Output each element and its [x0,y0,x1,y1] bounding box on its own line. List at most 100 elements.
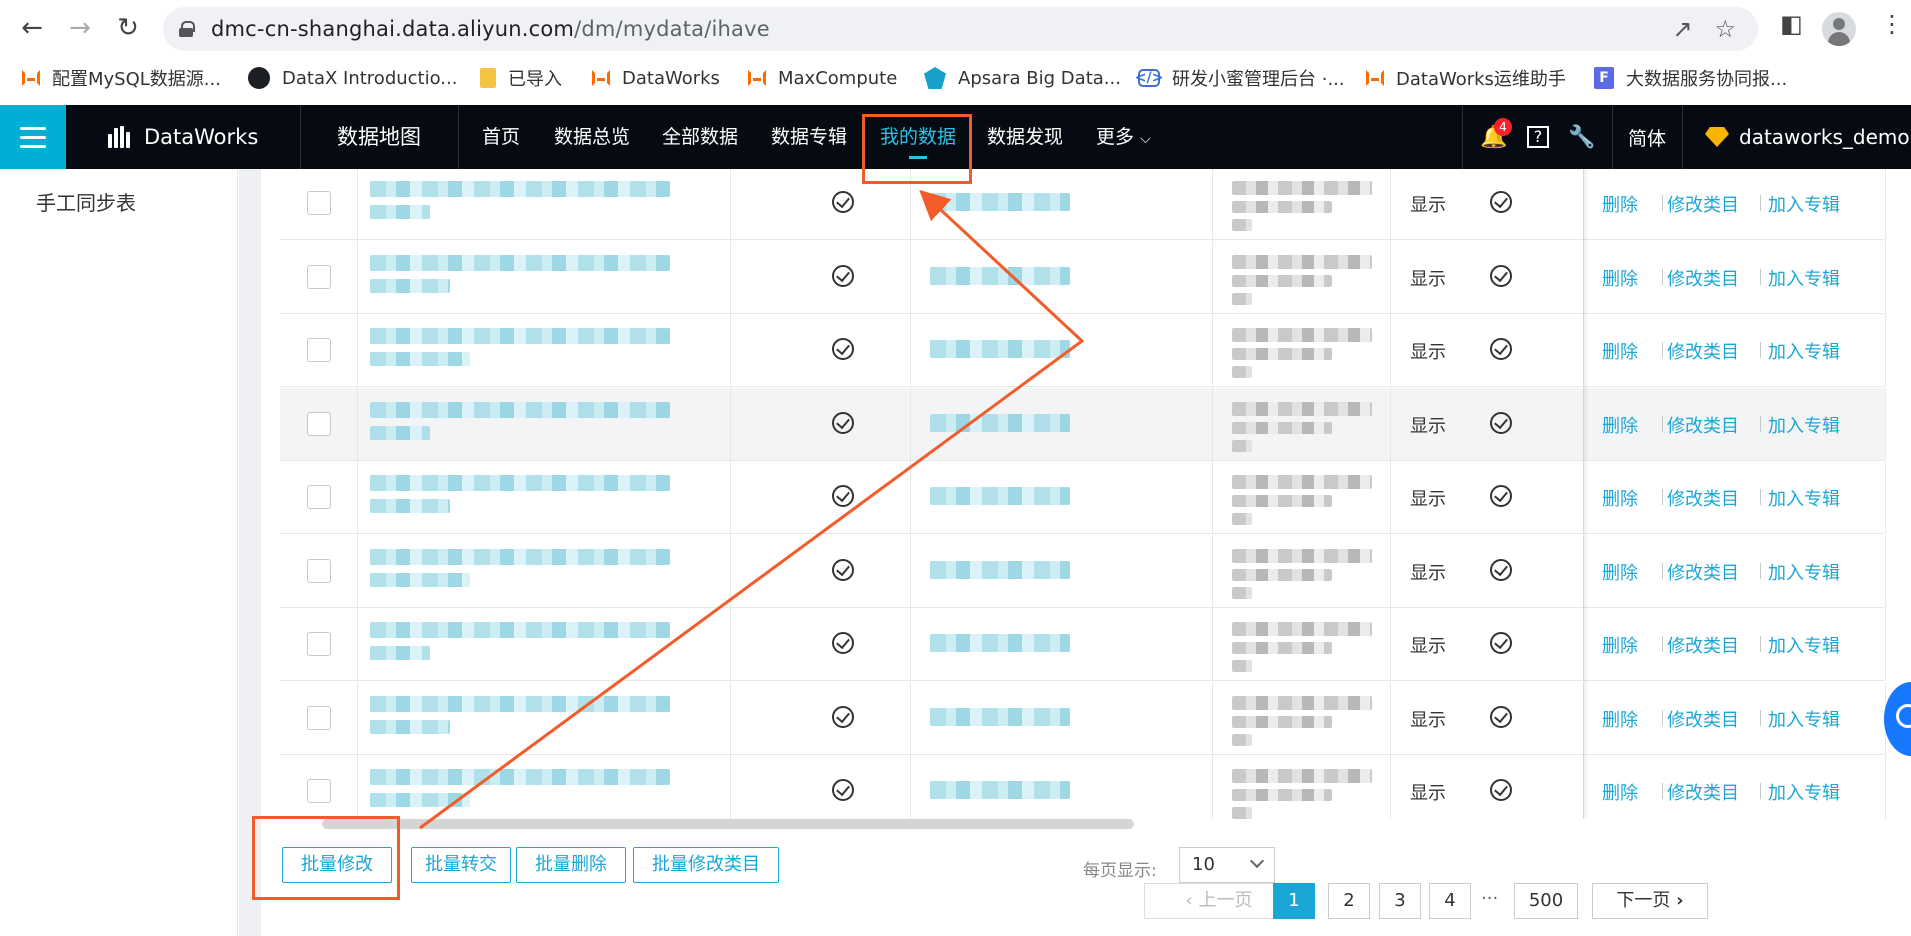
kebab-menu-icon[interactable]: ⋮ [1880,10,1904,38]
modify-category-link[interactable]: 修改类目 [1667,265,1739,291]
bookmark-item[interactable]: MaxCompute [748,62,897,94]
table-row[interactable]: 显示 删除 修改类目 加入专辑 [280,241,1886,314]
table-row[interactable]: 显示 删除 修改类目 加入专辑 [280,608,1886,681]
table-name-redacted[interactable] [370,328,670,344]
check-circle-icon[interactable] [1490,706,1512,728]
batch-transfer-button[interactable]: 批量转交 [411,847,511,883]
table-row[interactable]: 显示 删除 修改类目 加入专辑 [280,169,1886,240]
add-to-album-link[interactable]: 加入专辑 [1768,559,1840,585]
add-to-album-link[interactable]: 加入专辑 [1768,191,1840,217]
page-2[interactable]: 2 [1328,883,1370,919]
module-title[interactable]: 数据地图 [337,105,421,169]
bookmark-item[interactable]: 已导入 [480,62,562,94]
modify-category-link[interactable]: 修改类目 [1667,485,1739,511]
table-name-redacted[interactable] [370,181,670,197]
bookmark-item[interactable]: </> 研发小蜜管理后台 ·... [1135,62,1345,94]
table-name-redacted[interactable] [370,769,670,785]
modify-category-link[interactable]: 修改类目 [1667,779,1739,805]
table-row[interactable]: 显示 删除 修改类目 加入专辑 [280,461,1886,534]
owner-redacted[interactable] [930,708,1070,726]
bookmark-star-icon[interactable]: ☆ [1714,15,1736,43]
owner-redacted[interactable] [930,634,1070,652]
profile-avatar[interactable] [1822,12,1856,46]
delete-link[interactable]: 删除 [1602,779,1638,805]
page-last[interactable]: 500 [1514,883,1578,919]
row-checkbox[interactable] [307,412,331,436]
table-row[interactable]: 显示 删除 修改类目 加入专辑 [280,388,1886,461]
modify-category-link[interactable]: 修改类目 [1667,338,1739,364]
modify-category-link[interactable]: 修改类目 [1667,559,1739,585]
bookmark-item[interactable]: Apsara Big Data... [924,62,1121,94]
back-arrow-icon[interactable]: ← [14,10,50,46]
add-to-album-link[interactable]: 加入专辑 [1768,412,1840,438]
user-menu[interactable]: dataworks_demo2 [1705,105,1911,169]
menu-data-discovery[interactable]: 数据发现 [987,105,1063,169]
batch-delete-button[interactable]: 批量删除 [516,847,626,883]
owner-redacted[interactable] [930,487,1070,505]
hamburger-menu-icon[interactable] [0,105,66,169]
check-circle-icon[interactable] [1490,632,1512,654]
address-bar[interactable]: dmc-cn-shanghai.data.aliyun.com/dm/mydat… [163,7,1758,51]
menu-all-data[interactable]: 全部数据 [662,105,738,169]
forward-arrow-icon[interactable]: → [62,10,98,46]
add-to-album-link[interactable]: 加入专辑 [1768,265,1840,291]
table-row[interactable]: 显示 删除 修改类目 加入专辑 [280,535,1886,608]
sidebar-item-manual-sync-table[interactable]: 手工同步表 [36,187,136,216]
add-to-album-link[interactable]: 加入专辑 [1768,706,1840,732]
share-icon[interactable]: ↗ [1672,15,1692,43]
add-to-album-link[interactable]: 加入专辑 [1768,338,1840,364]
horizontal-scrollbar[interactable] [322,819,1134,829]
page-3[interactable]: 3 [1379,883,1421,919]
delete-link[interactable]: 删除 [1602,191,1638,217]
delete-link[interactable]: 删除 [1602,485,1638,511]
bookmark-item[interactable]: DataX Introductio... [248,62,457,94]
row-checkbox[interactable] [307,779,331,803]
table-name-redacted[interactable] [370,549,670,565]
owner-redacted[interactable] [930,414,1070,432]
batch-modify-category-button[interactable]: 批量修改类目 [633,847,779,883]
delete-link[interactable]: 删除 [1602,559,1638,585]
page-ellipsis[interactable]: ··· [1481,888,1498,909]
owner-redacted[interactable] [930,781,1070,799]
page-1[interactable]: 1 [1273,883,1315,919]
wrench-icon[interactable]: 🔧 [1560,105,1604,169]
language-switch[interactable]: 简体 [1614,105,1680,169]
add-to-album-link[interactable]: 加入专辑 [1768,632,1840,658]
menu-data-overview[interactable]: 数据总览 [554,105,630,169]
modify-category-link[interactable]: 修改类目 [1667,632,1739,658]
table-row[interactable]: 显示 删除 修改类目 加入专辑 [280,755,1886,819]
check-circle-icon[interactable] [1490,412,1512,434]
check-circle-icon[interactable] [1490,779,1512,801]
check-circle-icon[interactable] [1490,338,1512,360]
row-checkbox[interactable] [307,632,331,656]
bookmark-item[interactable]: 配置MySQL数据源... [22,62,221,94]
brand[interactable]: DataWorks [108,105,258,169]
bookmark-item[interactable]: DataWorks运维助手 [1366,62,1566,94]
table-name-redacted[interactable] [370,622,670,638]
delete-link[interactable]: 删除 [1602,338,1638,364]
row-checkbox[interactable] [307,338,331,362]
table-row[interactable]: 显示 删除 修改类目 加入专辑 [280,682,1886,755]
table-name-redacted[interactable] [370,696,670,712]
bell-icon[interactable]: 🔔 [1472,105,1516,169]
owner-redacted[interactable] [930,193,1070,211]
bookmark-item[interactable]: DataWorks [592,62,720,94]
check-circle-icon[interactable] [1490,265,1512,287]
row-checkbox[interactable] [307,485,331,509]
help-icon[interactable]: ? [1516,105,1560,169]
add-to-album-link[interactable]: 加入专辑 [1768,779,1840,805]
bookmark-item[interactable]: F 大数据服务协同报... [1594,62,1787,94]
menu-data-album[interactable]: 数据专辑 [771,105,847,169]
modify-category-link[interactable]: 修改类目 [1667,412,1739,438]
table-row[interactable]: 显示 删除 修改类目 加入专辑 [280,314,1886,387]
table-name-redacted[interactable] [370,255,670,271]
reload-icon[interactable]: ↻ [110,10,146,46]
prev-page-button[interactable]: ‹ 上一页 [1144,883,1294,919]
row-checkbox[interactable] [307,265,331,289]
menu-more[interactable]: 更多 ⌵ [1096,105,1151,169]
row-checkbox[interactable] [307,706,331,730]
modify-category-link[interactable]: 修改类目 [1667,706,1739,732]
per-page-select[interactable]: 10 [1179,847,1275,883]
owner-redacted[interactable] [930,561,1070,579]
delete-link[interactable]: 删除 [1602,412,1638,438]
